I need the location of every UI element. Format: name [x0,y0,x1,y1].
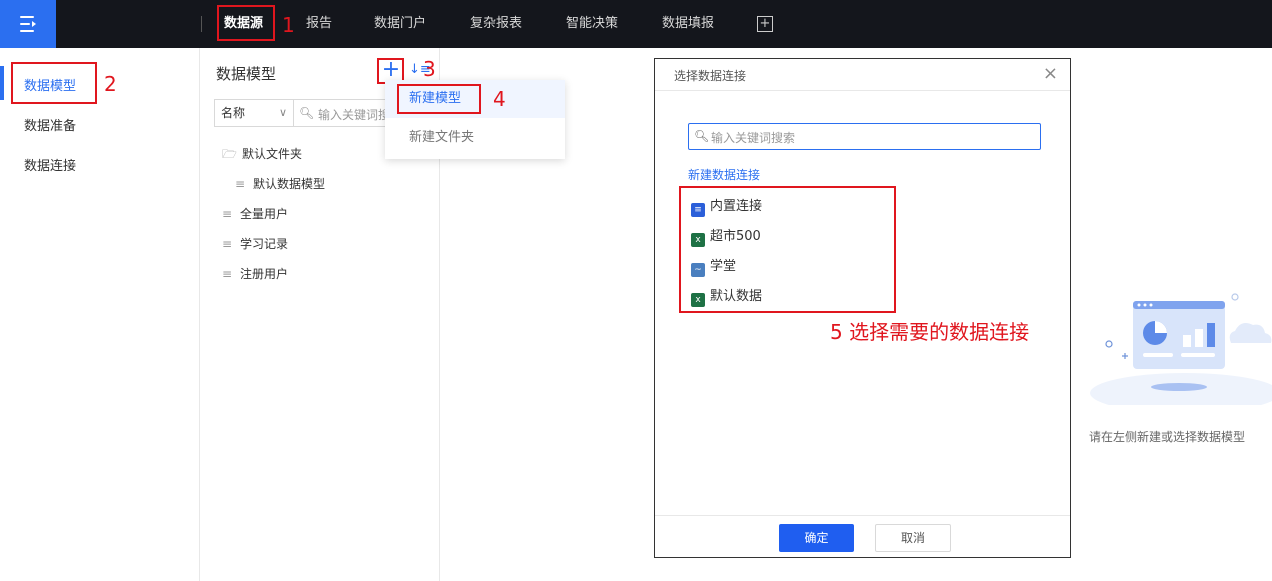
builtin-db-icon: ≡ [691,203,705,217]
dialog-header: 选择数据连接 × [655,59,1070,91]
db-brand-icon: ~ [691,263,705,277]
tree-item-model[interactable]: ≡ 注册用户 [220,265,288,282]
database-icon: ≡ [221,207,233,221]
nav-data-entry[interactable]: 数据填报 [662,0,714,48]
sort-field-select[interactable]: 名称 ∨ [214,99,294,127]
sidebar-item-data-model[interactable]: 数据模型 [24,75,76,94]
sidebar-item-data-connection[interactable]: 数据连接 [24,155,76,174]
empty-state-text: 请在左侧新建或选择数据模型 [1089,430,1246,444]
divider [201,16,202,32]
connection-item-default[interactable]: x 默认数据 [691,285,762,307]
annotation-number-2: 2 [104,72,117,96]
menu-collapse-icon[interactable] [0,0,56,48]
connection-item-builtin[interactable]: ≡ 内置连接 [691,195,762,217]
sidebar-item-data-prep[interactable]: 数据准备 [24,115,76,134]
cancel-button[interactable]: 取消 [875,524,951,552]
menu-item-new-model[interactable]: 新建模型 [385,80,565,118]
folder-icon: 🗁 [222,147,237,161]
annotation-number-3: 3 [423,57,436,81]
connection-label: 默认数据 [710,289,763,304]
tree-item-label: 默认数据模型 [253,177,326,191]
search-icon: 🔍︎ [694,129,710,143]
connection-item-supermarket[interactable]: x 超市500 [691,225,761,247]
connection-item-xuetang[interactable]: ~ 学堂 [691,255,736,277]
tree-item-label: 学习记录 [240,237,289,251]
excel-icon: x [691,293,705,307]
nav-data-portal[interactable]: 数据门户 [374,0,426,48]
nav-smart-decision[interactable]: 智能决策 [566,0,618,48]
close-icon[interactable]: × [1043,63,1058,84]
create-menu: 新建模型 新建文件夹 [385,80,565,159]
nav-report[interactable]: 报告 [306,0,332,48]
add-icon[interactable]: + [380,59,402,82]
sidebar: 数据模型 数据准备 数据连接 [0,48,200,581]
dialog-title: 选择数据连接 [674,69,747,83]
search-placeholder: 输入关键词搜 [318,108,391,122]
connection-search-input[interactable]: 🔍︎ 输入关键词搜索 [688,123,1041,150]
empty-state-illustration [1090,293,1272,405]
annotation-number-5: 5 选择需要的数据连接 [830,320,1030,344]
database-icon: ≡ [221,237,233,251]
tree-item-model[interactable]: ≡ 学习记录 [220,235,288,252]
top-bar: 数据源 报告 数据门户 复杂报表 智能决策 数据填报 + [0,0,1272,48]
database-icon: ≡ [221,267,233,281]
search-icon: 🔍︎ [299,106,315,120]
database-icon: ≡ [234,177,246,191]
nav-complex-report[interactable]: 复杂报表 [470,0,522,48]
panel-title: 数据模型 [216,65,277,83]
select-connection-dialog: 选择数据连接 × 🔍︎ 输入关键词搜索 新建数据连接 ≡ 内置连接 x 超市500 … [654,58,1071,558]
chevron-down-icon: ∨ [278,106,287,119]
tree-item-label: 全量用户 [240,207,289,221]
add-tab-icon[interactable]: + [757,16,773,32]
menu-item-new-folder[interactable]: 新建文件夹 [385,119,565,157]
annotation-number-4: 4 [493,87,506,111]
tree-item-folder[interactable]: 🗁 默认文件夹 [222,145,302,166]
new-connection-link[interactable]: 新建数据连接 [688,166,760,183]
tree-item-label: 默认文件夹 [242,147,303,161]
excel-icon: x [691,233,705,247]
annotation-number-1: 1 [282,13,295,37]
search-placeholder: 输入关键词搜索 [711,131,796,145]
connection-label: 学堂 [710,259,737,274]
tree-item-model[interactable]: ≡ 默认数据模型 [233,175,325,192]
connection-label: 超市500 [710,229,761,244]
dialog-footer: 确定 取消 [655,515,1070,557]
confirm-button[interactable]: 确定 [779,524,854,552]
tree-item-model[interactable]: ≡ 全量用户 [220,205,288,222]
active-indicator [0,66,4,100]
connection-label: 内置连接 [710,199,763,214]
tree-item-label: 注册用户 [240,267,289,281]
select-value: 名称 [221,106,246,120]
nav-data-source[interactable]: 数据源 [224,0,263,48]
